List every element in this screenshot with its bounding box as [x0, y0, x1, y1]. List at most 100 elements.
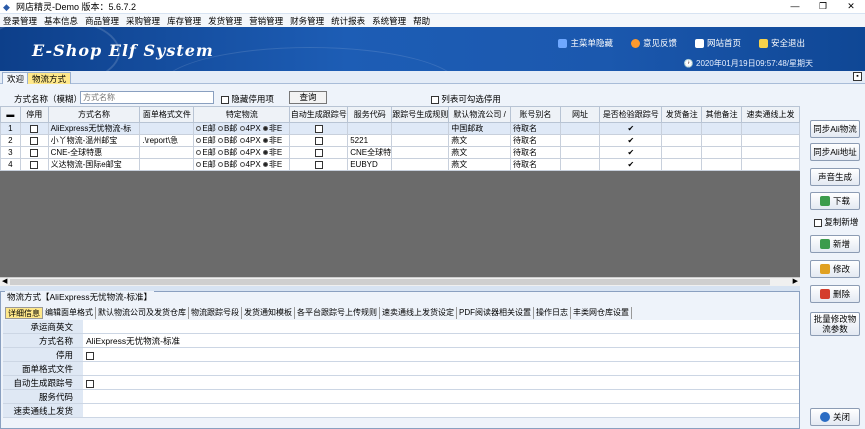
aliexpress-online-field[interactable]: [83, 404, 799, 417]
list-optional-option[interactable]: 列表可勾选停用: [431, 93, 501, 105]
radio-e[interactable]: [196, 126, 202, 132]
tab-ship-notice-template[interactable]: 发货通知模板: [242, 307, 295, 319]
scroll-thumb[interactable]: [10, 279, 770, 285]
copy-new-option[interactable]: 复制新增: [814, 216, 858, 228]
column-header[interactable]: 服务代码: [347, 106, 393, 123]
menu-purchase[interactable]: 采购管理: [126, 15, 160, 27]
tab-details[interactable]: 详细信息: [5, 307, 43, 319]
table-row[interactable]: 2 小丫物流-温州邮宝 .\report\急 E邮 B邮 4PX 非E 5221…: [0, 134, 800, 147]
auto-tracking-cell[interactable]: [289, 158, 349, 171]
tab-warehouse-settings[interactable]: 丰类网仓库设置: [571, 307, 632, 319]
disabled-field-checkbox[interactable]: [86, 351, 94, 360]
menu-help[interactable]: 帮助: [413, 15, 430, 27]
radio-b[interactable]: [217, 150, 223, 156]
disabled-checkbox[interactable]: [30, 124, 39, 133]
hide-disabled-checkbox[interactable]: [221, 95, 229, 104]
specific-logistics-cell[interactable]: E邮 B邮 4PX 非E: [193, 158, 291, 171]
tab-aliexpress-online-settings[interactable]: 速卖通线上发货设定: [380, 307, 457, 319]
menu-shipping[interactable]: 发货管理: [208, 15, 242, 27]
download-button[interactable]: 下载: [810, 192, 860, 210]
horizontal-scrollbar[interactable]: ◀ ▶: [0, 277, 800, 286]
radio-b[interactable]: [217, 162, 223, 168]
specific-logistics-cell[interactable]: E邮 B邮 4PX 非E: [193, 146, 291, 159]
disabled-cell[interactable]: [19, 122, 49, 135]
tab-welcome[interactable]: 欢迎: [2, 72, 30, 84]
column-header[interactable]: 发货备注: [661, 106, 703, 123]
radio-4px[interactable]: [239, 150, 245, 156]
menu-finance[interactable]: 财务管理: [290, 15, 324, 27]
radio-non-e[interactable]: [262, 150, 268, 156]
copy-new-checkbox[interactable]: [814, 218, 822, 227]
radio-b[interactable]: [217, 126, 223, 132]
menu-login[interactable]: 登录管理: [3, 15, 37, 27]
restore-button[interactable]: ❐: [809, 0, 837, 13]
tab-default-company-warehouse[interactable]: 默认物流公司及发货仓库: [96, 307, 189, 319]
logout-link[interactable]: 安全退出: [758, 37, 805, 49]
column-header[interactable]: 面单格式文件: [139, 106, 195, 123]
auto-tracking-field-checkbox[interactable]: [86, 379, 94, 388]
carrier-english-field[interactable]: [83, 320, 799, 333]
scroll-right-icon[interactable]: ▶: [793, 277, 798, 285]
method-name-field[interactable]: AliExpress无忧物流-标准: [83, 334, 799, 347]
column-header[interactable]: 停用: [19, 106, 49, 123]
table-row[interactable]: 1 AliExpress无忧物流-标 E邮 B邮 4PX 非E 中国邮政 待取名…: [0, 122, 800, 135]
menu-inventory[interactable]: 库存管理: [167, 15, 201, 27]
verify-tracking-cell[interactable]: ✔: [599, 134, 663, 147]
sync-ali-logistics-button[interactable]: 同步Ali物流: [810, 120, 860, 138]
tab-operation-log[interactable]: 操作日志: [534, 307, 571, 319]
service-code-field[interactable]: [83, 390, 799, 403]
tab-edit-template[interactable]: 编辑面单格式: [43, 307, 96, 319]
disabled-checkbox[interactable]: [30, 136, 39, 145]
batch-edit-logistics-button[interactable]: 批量修改物流参数: [810, 312, 860, 336]
search-input[interactable]: [80, 91, 214, 104]
column-header[interactable]: 账号别名: [510, 106, 561, 123]
column-header[interactable]: 方式名称: [47, 106, 141, 123]
template-file-field[interactable]: [83, 362, 799, 375]
auto-tracking-cell[interactable]: [289, 134, 349, 147]
scroll-left-icon[interactable]: ◀: [2, 277, 7, 285]
radio-non-e[interactable]: [262, 138, 268, 144]
menu-system[interactable]: 系统管理: [372, 15, 406, 27]
disabled-checkbox[interactable]: [30, 160, 39, 169]
sync-ali-address-button[interactable]: 同步Ali地址: [810, 143, 860, 161]
column-header[interactable]: 是否检验跟踪号: [599, 106, 663, 123]
column-header[interactable]: 其他备注: [701, 106, 743, 123]
radio-b[interactable]: [217, 138, 223, 144]
tab-pdf-settings[interactable]: PDF阅读器相关设置: [457, 307, 534, 319]
radio-4px[interactable]: [239, 126, 245, 132]
menu-reports[interactable]: 统计报表: [331, 15, 365, 27]
tab-upload-rules[interactable]: 各平台跟踪号上传规则: [295, 307, 380, 319]
table-row[interactable]: 4 义达物流-国际e邮宝 E邮 B邮 4PX 非E EUBYD 燕文 待取名 ✔: [0, 158, 800, 171]
close-button[interactable]: 关闭: [810, 408, 860, 426]
query-button[interactable]: 查询: [289, 91, 327, 104]
radio-e[interactable]: [196, 138, 202, 144]
auto-tracking-checkbox[interactable]: [314, 160, 323, 169]
verify-tracking-cell[interactable]: ✔: [599, 122, 663, 135]
disabled-cell[interactable]: [19, 134, 49, 147]
radio-non-e[interactable]: [262, 126, 268, 132]
verify-tracking-cell[interactable]: ✔: [599, 158, 663, 171]
column-header[interactable]: 特定物流: [193, 106, 291, 123]
delete-button[interactable]: 删除: [810, 285, 860, 303]
list-optional-checkbox[interactable]: [431, 95, 439, 104]
disabled-cell[interactable]: [19, 158, 49, 171]
sound-generate-button[interactable]: 声音生成: [810, 168, 860, 186]
column-header[interactable]: 自动生成跟踪号: [289, 106, 349, 123]
auto-tracking-cell[interactable]: [289, 146, 349, 159]
auto-tracking-cell[interactable]: [289, 122, 349, 135]
close-window-button[interactable]: ✕: [837, 0, 865, 13]
column-header[interactable]: 网址: [559, 106, 601, 123]
menu-products[interactable]: 商品管理: [85, 15, 119, 27]
table-row[interactable]: 3 CNE-全球特惠 E邮 B邮 4PX 非E CNE全球特 燕文 待取名 ✔: [0, 146, 800, 159]
verify-tracking-cell[interactable]: ✔: [599, 146, 663, 159]
hide-menu-link[interactable]: 主菜单隐藏: [558, 37, 613, 49]
auto-tracking-checkbox[interactable]: [314, 148, 323, 157]
specific-logistics-cell[interactable]: E邮 B邮 4PX 非E: [193, 122, 291, 135]
minimize-button[interactable]: —: [781, 0, 809, 13]
specific-logistics-cell[interactable]: E邮 B邮 4PX 非E: [193, 134, 291, 147]
radio-4px[interactable]: [239, 138, 245, 144]
radio-e[interactable]: [196, 162, 202, 168]
radio-e[interactable]: [196, 150, 202, 156]
radio-4px[interactable]: [239, 162, 245, 168]
add-button[interactable]: 新增: [810, 235, 860, 253]
